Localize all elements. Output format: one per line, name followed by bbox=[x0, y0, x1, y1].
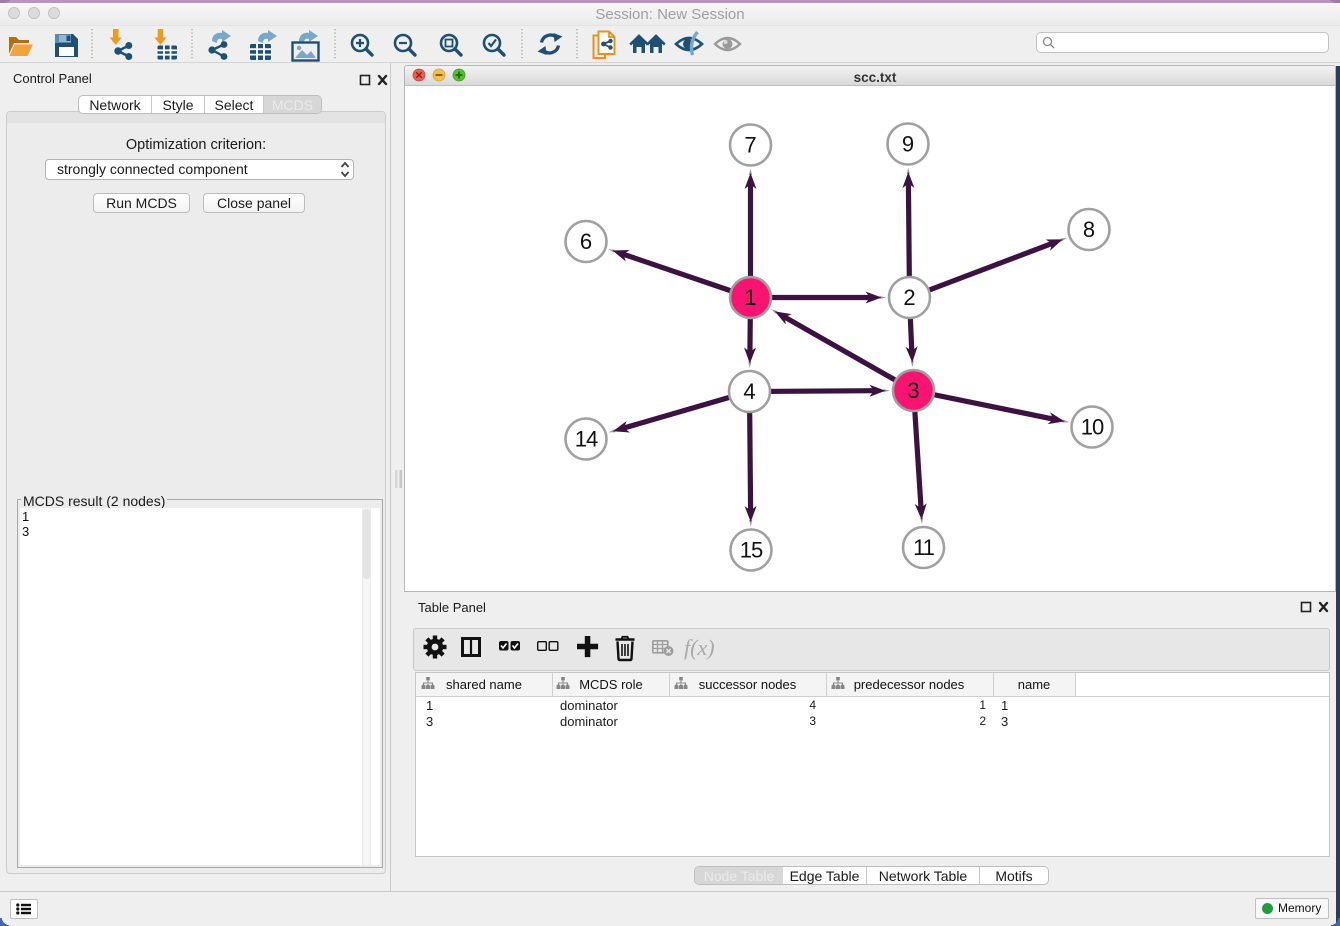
svg-text:9: 9 bbox=[902, 131, 914, 156]
svg-text:6: 6 bbox=[580, 229, 592, 254]
svg-text:f(x): f(x) bbox=[684, 635, 715, 660]
svg-text:14: 14 bbox=[575, 426, 598, 451]
svg-text:1: 1 bbox=[744, 285, 756, 310]
svg-text:10: 10 bbox=[1081, 414, 1104, 439]
svg-text:11: 11 bbox=[913, 535, 935, 560]
svg-text:3: 3 bbox=[907, 378, 919, 403]
svg-text:8: 8 bbox=[1083, 217, 1095, 242]
svg-text:15: 15 bbox=[740, 537, 763, 562]
svg-text:7: 7 bbox=[744, 132, 756, 157]
svg-text:4: 4 bbox=[743, 379, 755, 404]
svg-text:2: 2 bbox=[903, 285, 915, 310]
